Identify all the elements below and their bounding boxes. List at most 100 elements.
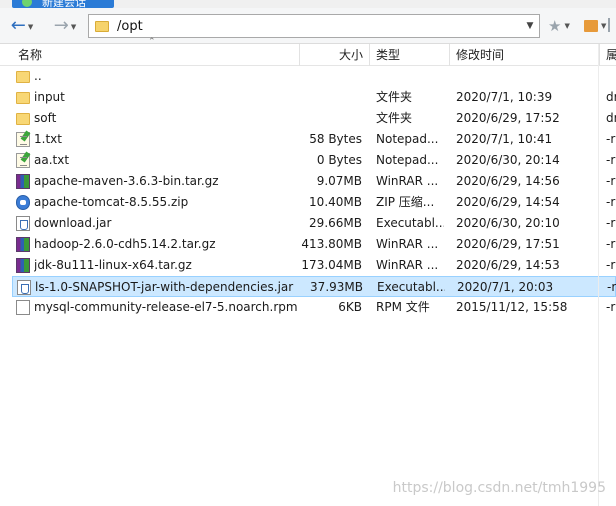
more-toolbar-icon[interactable] (608, 18, 616, 32)
file-name: 1.txt (34, 132, 62, 146)
file-row[interactable]: apache-tomcat-8.5.55.zip 10.40MB ZIP 压缩.… (12, 192, 616, 213)
forward-button[interactable]: → ▼ (48, 16, 82, 36)
chevron-down-icon[interactable]: ▼ (601, 22, 606, 30)
address-bar[interactable]: /opt ▼ (88, 14, 540, 38)
file-permissions: -r (606, 237, 616, 251)
star-icon: ★ (548, 17, 562, 35)
column-name[interactable]: 名称 (0, 44, 300, 66)
file-size: 173.04MB (301, 258, 362, 272)
file-permissions: dr (606, 90, 616, 104)
file-permissions: -r (606, 153, 616, 167)
file-row[interactable]: download.jar 29.66MB Executabl... 2020/6… (12, 213, 616, 234)
file-row[interactable]: jdk-8u111-linux-x64.tar.gz 173.04MB WinR… (12, 255, 616, 276)
file-name: soft (34, 111, 57, 125)
address-path[interactable]: /opt (117, 19, 143, 34)
file-modified: 2020/7/1, 20:03 (457, 280, 554, 294)
winrar-archive-icon (16, 237, 30, 252)
file-size: 29.66MB (309, 216, 362, 230)
text-file-icon (16, 132, 30, 147)
file-type: Notepad... (376, 132, 439, 146)
file-name: hadoop-2.6.0-cdh5.14.2.tar.gz (34, 237, 216, 251)
file-size: 6KB (338, 300, 362, 314)
file-modified (456, 66, 596, 87)
tab-title: 新建会话 (42, 0, 86, 8)
rpm-file-icon (16, 300, 30, 315)
column-permissions-label: 属 (606, 48, 616, 62)
home-button[interactable]: ▼ (584, 18, 606, 34)
column-size[interactable]: 大小 (300, 44, 370, 66)
file-row[interactable]: .. (12, 66, 616, 87)
folder-icon (16, 92, 30, 104)
tab-session[interactable]: 新建会话 (12, 0, 114, 8)
tab-strip: 新建会话 (0, 0, 616, 8)
file-modified: 2020/6/29, 14:56 (456, 174, 560, 188)
column-permissions[interactable]: 属 (600, 44, 616, 66)
file-modified: 2015/11/12, 15:58 (456, 300, 568, 314)
file-size (274, 87, 362, 108)
back-button[interactable]: ← ▼ (8, 16, 36, 36)
file-name: .. (34, 69, 42, 83)
file-permissions (606, 66, 616, 87)
file-size: 413.80MB (301, 237, 362, 251)
file-size (274, 66, 362, 87)
file-type: WinRAR ... (376, 174, 439, 188)
file-name: input (34, 90, 65, 104)
chevron-down-icon[interactable]: ▼ (28, 23, 33, 31)
file-row[interactable]: apache-maven-3.6.3-bin.tar.gz 9.07MB Win… (12, 171, 616, 192)
column-type[interactable]: 类型 (370, 44, 450, 66)
session-icon (22, 0, 32, 7)
file-type: 文件夹 (376, 111, 413, 125)
file-row[interactable]: input 文件夹 2020/7/1, 10:39 dr (12, 87, 616, 108)
jar-file-icon (16, 216, 30, 231)
file-size: 9.07MB (316, 174, 362, 188)
file-name: aa.txt (34, 153, 70, 167)
column-modified[interactable]: 修改时间 (450, 44, 600, 66)
file-modified: 2020/6/29, 14:54 (456, 195, 560, 209)
text-file-icon (16, 153, 30, 168)
back-arrow-icon: ← (10, 15, 26, 36)
file-type: Executabl... (377, 280, 445, 294)
file-modified: 2020/7/1, 10:41 (456, 132, 553, 146)
file-list: .. input 文件夹 2020/7/1, 10:39 dr soft 文件夹… (0, 66, 616, 506)
file-modified: 2020/6/29, 14:53 (456, 258, 560, 272)
file-name: download.jar (34, 216, 112, 230)
file-modified: 2020/6/29, 17:52 (456, 111, 560, 125)
folder-icon (16, 71, 30, 83)
file-row[interactable]: aa.txt 0 Bytes Notepad... 2020/6/30, 20:… (12, 150, 616, 171)
file-size: 10.40MB (309, 195, 362, 209)
chevron-down-icon[interactable]: ▼ (71, 23, 76, 31)
file-permissions: -r (607, 280, 616, 294)
file-name: jdk-8u111-linux-x64.tar.gz (34, 258, 192, 272)
file-row[interactable]: mysql-community-release-el7-5.noarch.rpm… (12, 297, 616, 318)
file-row[interactable]: soft 文件夹 2020/6/29, 17:52 dr (12, 108, 616, 129)
file-size: 58 Bytes (309, 132, 362, 146)
zip-archive-icon (16, 195, 30, 210)
chevron-down-icon[interactable]: ▼ (564, 22, 569, 30)
address-dropdown-icon[interactable]: ▼ (521, 15, 539, 37)
file-permissions: -r (606, 258, 616, 272)
file-permissions: dr (606, 111, 616, 125)
file-row-selected[interactable]: ls-1.0-SNAPSHOT-jar-with-dependencies.ja… (12, 276, 616, 297)
column-name-label: 名称 (18, 48, 43, 62)
column-header: ⌃ 名称 大小 类型 修改时间 属 (0, 37, 616, 66)
file-modified: 2020/6/29, 17:51 (456, 237, 560, 251)
file-permissions: -r (606, 174, 616, 188)
file-modified: 2020/7/1, 10:39 (456, 90, 553, 104)
column-size-label: 大小 (338, 48, 363, 62)
file-row[interactable]: hadoop-2.6.0-cdh5.14.2.tar.gz 413.80MB W… (12, 234, 616, 255)
file-type: RPM 文件 (376, 300, 430, 314)
file-permissions: -r (606, 132, 616, 146)
file-type: ZIP 压缩... (376, 195, 435, 209)
jar-file-icon (17, 280, 31, 295)
file-row[interactable]: 1.txt 58 Bytes Notepad... 2020/7/1, 10:4… (12, 129, 616, 150)
file-modified: 2020/6/30, 20:10 (456, 216, 560, 230)
navigation-bar: ← ▼ → ▼ /opt ▼ ★ ▼ ▼ (0, 8, 616, 44)
forward-arrow-icon: → (53, 15, 69, 36)
file-permissions: -r (606, 216, 616, 230)
file-name: ls-1.0-SNAPSHOT-jar-with-dependencies.ja… (35, 280, 294, 294)
file-permissions: -r (606, 300, 616, 314)
file-type: Notepad... (376, 153, 439, 167)
column-modified-label: 修改时间 (456, 48, 505, 62)
file-type: WinRAR ... (376, 258, 439, 272)
bookmark-button[interactable]: ★ ▼ (548, 17, 570, 35)
